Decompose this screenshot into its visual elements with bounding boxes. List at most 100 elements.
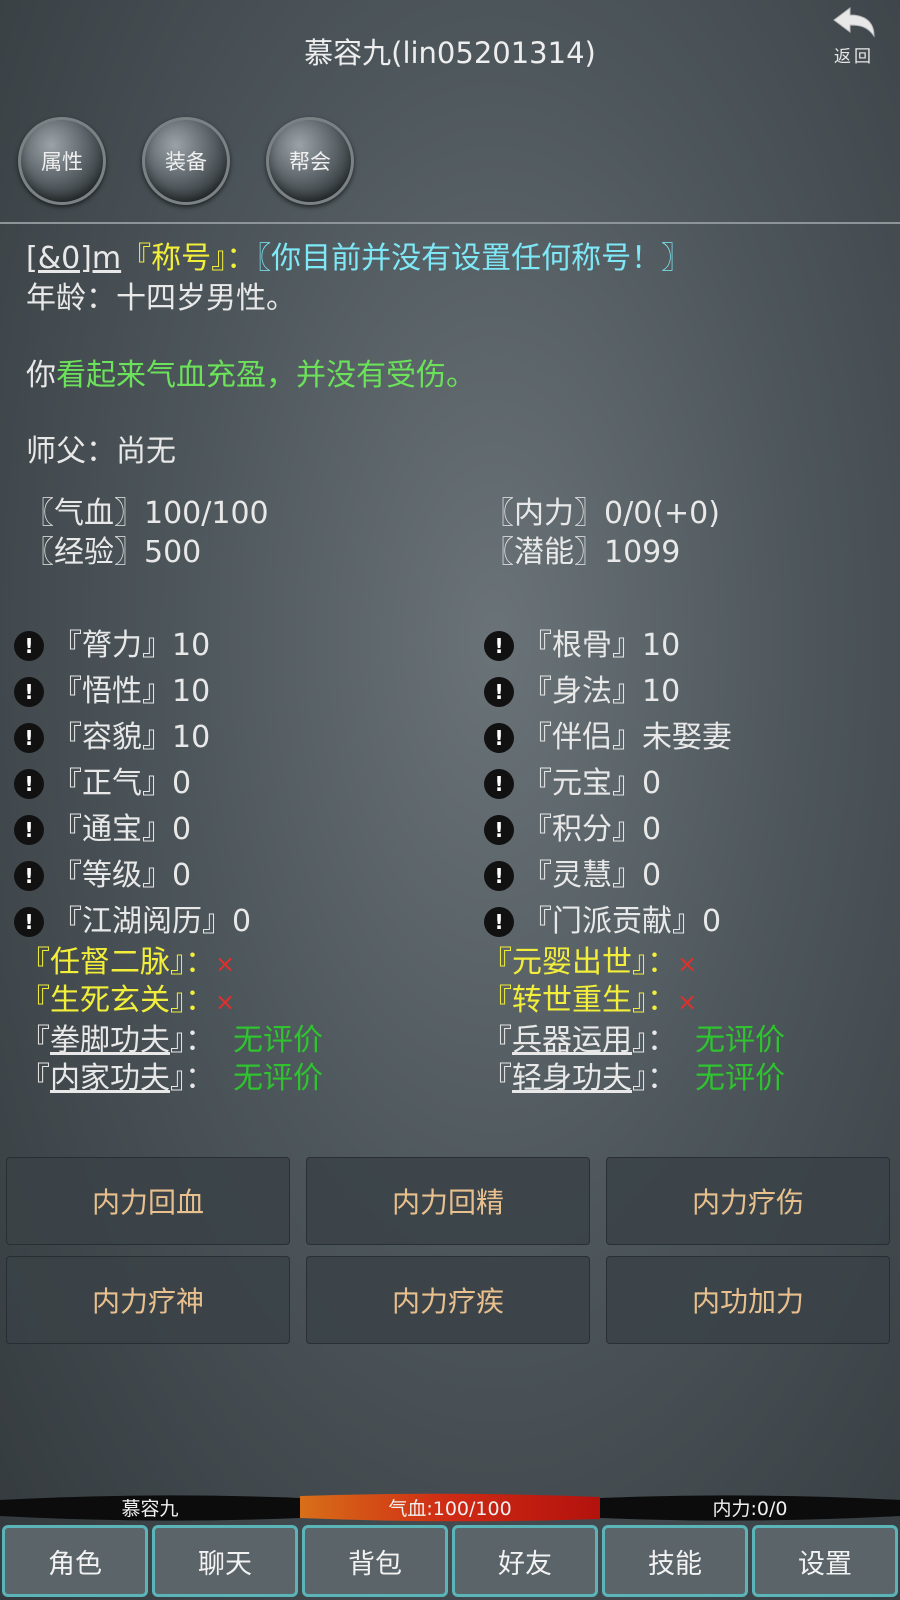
vital-qianneng: 〖潜能〗1099	[484, 535, 681, 570]
nav-skills[interactable]: 技能	[602, 1525, 748, 1597]
attribute-row: ! 『正气』0	[14, 761, 454, 807]
achievement-row: 『元婴出世』：×	[482, 944, 697, 982]
attribute-text: 『膂力』10	[52, 628, 211, 663]
attribute-text: 『江湖阅历』0	[52, 904, 252, 939]
attribute-row: ! 『积分』0	[484, 807, 884, 853]
tab-label: 装备	[165, 150, 207, 174]
skill-rating: 无评价	[233, 1023, 323, 1058]
nav-chat[interactable]: 聊天	[152, 1525, 298, 1597]
attribute-row: ! 『门派贡献』0	[484, 899, 884, 945]
attribute-row: ! 『灵慧』0	[484, 853, 884, 899]
attribute-text: 『门派贡献』0	[522, 904, 722, 939]
info-icon[interactable]: !	[484, 769, 514, 799]
info-icon[interactable]: !	[14, 861, 44, 891]
title-label: 『称号』：	[121, 241, 257, 276]
neili-huixue-button[interactable]: 内力回血	[6, 1157, 290, 1245]
skill-rating: 无评价	[695, 1023, 785, 1058]
attribute-text: 『根骨』10	[522, 628, 681, 663]
skill-link[interactable]: 兵器运用	[512, 1023, 632, 1058]
attribute-text: 『悟性』10	[52, 674, 211, 709]
neili-liaoshen-button[interactable]: 内力疗神	[6, 1256, 290, 1344]
title-line: [&0]m『称号』：〖你目前并没有设置任何称号！〗	[26, 239, 691, 279]
skill-bracket: 『	[482, 1023, 512, 1058]
tab-attributes[interactable]: 属性	[18, 117, 106, 205]
skill-row: 『兵器运用』： 无评价	[482, 1022, 785, 1060]
page-title: 慕容九(lin05201314)	[304, 36, 596, 70]
achievement-label: 『任督二脉』：	[20, 945, 215, 980]
age-line: 年龄：十四岁男性。	[26, 281, 296, 316]
achievement-value: ×	[215, 988, 236, 1016]
attribute-text: 『等级』0	[52, 858, 192, 893]
neili-liaoshang-button[interactable]: 内力疗伤	[606, 1157, 890, 1245]
tab-label: 属性	[41, 150, 83, 174]
info-icon[interactable]: !	[484, 861, 514, 891]
info-icon[interactable]: !	[14, 769, 44, 799]
info-icon[interactable]: !	[484, 677, 514, 707]
skill-bracket: 』：	[170, 1023, 215, 1058]
skill-row: 『内家功夫』： 无评价	[20, 1060, 323, 1098]
tab-label: 帮会	[289, 150, 331, 174]
attribute-text: 『积分』0	[522, 812, 662, 847]
attribute-row: ! 『根骨』10	[484, 623, 884, 669]
back-arrow-icon	[833, 7, 875, 38]
master-line: 师父：尚无	[26, 434, 176, 469]
info-icon[interactable]: !	[484, 631, 514, 661]
attribute-text: 『伴侣』未娶妻	[522, 720, 732, 755]
skill-bracket: 』：	[632, 1061, 677, 1096]
achievement-row: 『生死玄关』：×	[20, 982, 235, 1020]
nav-settings[interactable]: 设置	[752, 1525, 898, 1597]
status-qixue: 气血:100/100	[388, 1497, 512, 1520]
info-icon[interactable]: !	[484, 723, 514, 753]
divider	[0, 222, 900, 224]
attribute-text: 『身法』10	[522, 674, 681, 709]
info-icon[interactable]: !	[14, 723, 44, 753]
attribute-row: ! 『伴侣』未娶妻	[484, 715, 884, 761]
attribute-row: ! 『等级』0	[14, 853, 454, 899]
skill-link[interactable]: 拳脚功夫	[50, 1023, 170, 1058]
status-bar: 慕容九 气血:100/100 内力:0/0	[0, 1492, 900, 1522]
neili-huijing-button[interactable]: 内力回精	[306, 1157, 590, 1245]
info-icon[interactable]: !	[484, 815, 514, 845]
achievement-row: 『转世重生』：×	[482, 982, 697, 1020]
attribute-text: 『容貌』10	[52, 720, 211, 755]
attribute-text: 『通宝』0	[52, 812, 192, 847]
nav-friends[interactable]: 好友	[452, 1525, 598, 1597]
info-icon[interactable]: !	[14, 907, 44, 937]
achievement-row: 『任督二脉』：×	[20, 944, 235, 982]
attribute-row: ! 『身法』10	[484, 669, 884, 715]
attribute-row: ! 『膂力』10	[14, 623, 454, 669]
skill-bracket: 』：	[170, 1061, 215, 1096]
back-label: 返回	[834, 47, 874, 67]
info-icon[interactable]: !	[14, 815, 44, 845]
bottom-nav: 角色 聊天 背包 好友 技能 设置	[0, 1522, 900, 1600]
info-icon[interactable]: !	[484, 907, 514, 937]
nav-character[interactable]: 角色	[2, 1525, 148, 1597]
neigong-jiali-button[interactable]: 内功加力	[606, 1256, 890, 1344]
skill-bracket: 』：	[632, 1023, 677, 1058]
skill-row: 『轻身功夫』： 无评价	[482, 1060, 785, 1098]
status-name: 慕容九	[121, 1497, 179, 1520]
skill-link[interactable]: 内家功夫	[50, 1061, 170, 1096]
vital-qixue: 〖气血〗100/100	[24, 496, 269, 531]
tab-guild[interactable]: 帮会	[266, 117, 354, 205]
info-icon[interactable]: !	[14, 631, 44, 661]
skill-link[interactable]: 轻身功夫	[512, 1061, 632, 1096]
neili-liaoji-button[interactable]: 内力疗疾	[306, 1256, 590, 1344]
title-value: 〖你目前并没有设置任何称号！〗	[256, 241, 692, 276]
achievement-label: 『转世重生』：	[482, 983, 677, 1018]
attribute-text: 『元宝』0	[522, 766, 662, 801]
achievement-label: 『生死玄关』：	[20, 983, 215, 1018]
achievement-value: ×	[677, 988, 698, 1016]
nav-inventory[interactable]: 背包	[302, 1525, 448, 1597]
player-code[interactable]: [&0]m	[26, 241, 121, 276]
vital-jingyan: 〖经验〗500	[24, 535, 202, 570]
back-button[interactable]: 返回	[826, 4, 882, 67]
info-icon[interactable]: !	[14, 677, 44, 707]
health-prefix: 你	[26, 358, 56, 393]
skill-rating: 无评价	[233, 1061, 323, 1096]
attribute-row: ! 『元宝』0	[484, 761, 884, 807]
tab-equipment[interactable]: 装备	[142, 117, 230, 205]
skill-bracket: 『	[20, 1061, 50, 1096]
attributes-right: ! 『根骨』10 ! 『身法』10 ! 『伴侣』未娶妻 ! 『元宝』0 ! 『积分』0 !…	[484, 623, 884, 945]
attribute-row: ! 『悟性』10	[14, 669, 454, 715]
